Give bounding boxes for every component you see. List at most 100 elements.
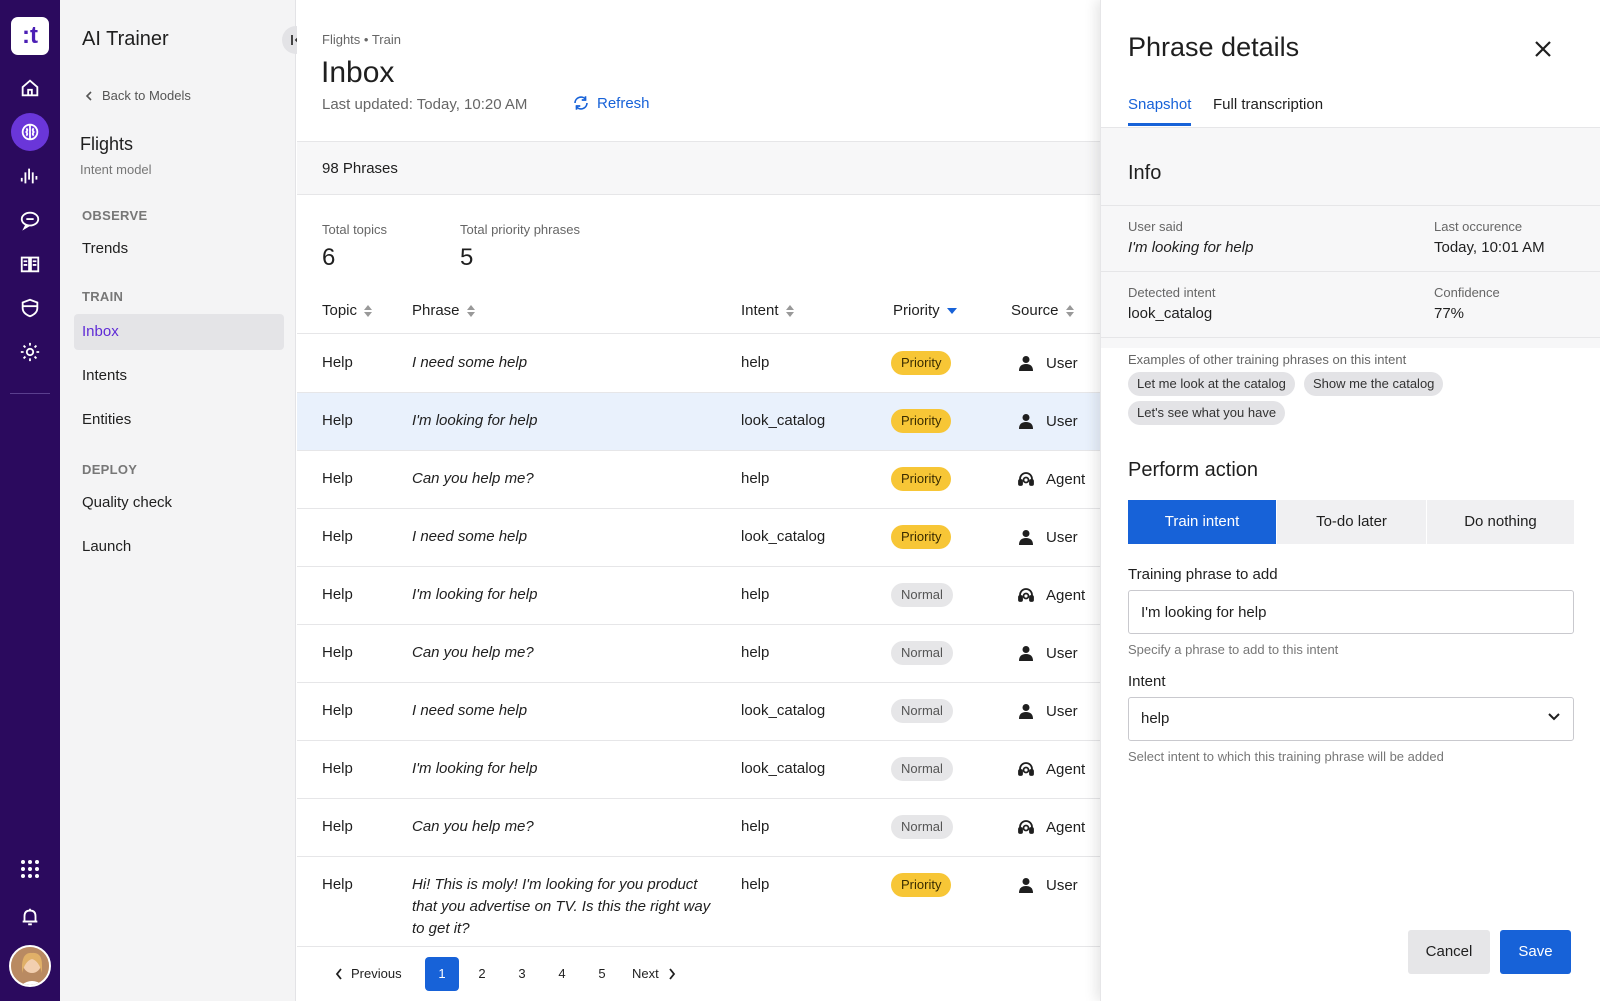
source-label: User [1046,412,1078,430]
page-button-3[interactable]: 3 [505,957,539,991]
next-label: Next [632,966,659,981]
cell-phrase: I'm looking for help [412,760,538,777]
page-button-4[interactable]: 4 [545,957,579,991]
chat-bubble-icon[interactable] [11,201,49,239]
column-header-label: Priority [893,302,940,319]
book-icon[interactable] [11,245,49,283]
priority-badge: Priority [891,351,952,375]
section-label-deploy: DEPLOY [82,462,138,477]
phrase-details-panel: Phrase details Snapshot Full transcripti… [1100,0,1600,1001]
sidebar-item-quality-check[interactable]: Quality check [74,485,284,521]
cancel-button[interactable]: Cancel [1408,930,1490,974]
column-header-source[interactable]: Source [1011,302,1074,319]
table-row[interactable]: Help I'm looking for help look_catalog Norm… [297,741,1100,799]
table-row[interactable]: Help Can you help me? help Normal User [297,625,1100,683]
refresh-button[interactable]: Refresh [572,94,650,112]
section-label-train: TRAIN [82,289,124,304]
home-icon[interactable] [11,69,49,107]
last-occurence-value: Today, 10:01 AM [1434,239,1545,256]
cell-phrase: Can you help me? [412,470,534,487]
next-page-button[interactable]: Next [632,957,688,991]
source-label: User [1046,876,1078,894]
table-header: Topic Phrase Intent Priority Source [297,290,1100,334]
gear-icon[interactable] [11,333,49,371]
example-chip[interactable]: Let me look at the catalog [1128,372,1295,396]
chevron-down-icon [1548,713,1560,721]
intent-select[interactable]: help [1128,697,1574,741]
table-row[interactable]: Help I need some help look_catalog Priority… [297,509,1100,567]
cell-topic: Help [322,586,353,603]
app-rail: :t [0,0,60,1001]
save-button[interactable]: Save [1500,930,1571,974]
cell-source: Agent [1016,757,1085,781]
column-header-intent[interactable]: Intent [741,302,794,319]
avatar[interactable] [9,945,51,987]
cell-topic: Help [322,644,353,661]
cell-intent: look_catalog [741,760,826,777]
model-name: Flights [80,134,134,154]
table-row[interactable]: Help I need some help help Priority User [297,335,1100,393]
brain-icon[interactable] [11,113,49,151]
sidebar-item-trends[interactable]: Trends [74,231,284,267]
app-logo[interactable]: :t [11,17,49,55]
table-row[interactable]: Help I'm looking for help help Normal Agent [297,567,1100,625]
user-said-label: User said [1128,219,1183,234]
apps-grid-icon[interactable] [11,850,49,888]
sidebar-item-intents[interactable]: Intents [74,358,284,394]
tab-full-transcription[interactable]: Full transcription [1213,96,1323,123]
user-icon [1016,413,1036,429]
cell-topic: Help [322,528,353,545]
table-row[interactable]: Help I need some help look_catalog Normal Us… [297,683,1100,741]
cell-source: User [1016,699,1078,723]
sidebar-item-launch[interactable]: Launch [74,529,284,565]
back-to-models-link[interactable]: Back to Models [84,88,191,103]
column-header-label: Topic [322,302,358,319]
headset-icon [1016,586,1036,604]
table-row[interactable]: Help I'm looking for help look_catalog Prio… [297,393,1100,451]
cell-phrase: Can you help me? [412,644,534,661]
example-chip[interactable]: Show me the catalog [1304,372,1444,396]
sidebar-item-entities[interactable]: Entities [74,402,284,438]
priority-badge: Priority [891,873,952,897]
user-icon [1016,645,1036,661]
column-header-priority[interactable]: Priority [893,302,957,319]
stat-label-priority: Total priority phrases [460,222,580,237]
do-nothing-button[interactable]: Do nothing [1427,500,1574,544]
sidebar-item-inbox[interactable]: Inbox [74,314,284,350]
close-panel-button[interactable] [1530,36,1556,62]
train-intent-button[interactable]: Train intent [1128,500,1276,544]
page-button-5[interactable]: 5 [585,957,619,991]
previous-page-button[interactable]: Previous [335,957,413,991]
source-label: Agent [1046,760,1086,778]
info-title: Info [1128,162,1162,184]
training-phrase-input[interactable] [1128,590,1574,634]
cell-topic: Help [322,876,353,893]
cell-source: User [1016,525,1078,549]
table-row[interactable]: Help Can you help me? help Priority Agent [297,451,1100,509]
last-occurence-label: Last occurence [1434,219,1523,234]
divider [1101,271,1600,272]
user-icon [1016,877,1036,893]
waveform-icon[interactable] [11,157,49,195]
cell-source: User [1016,873,1078,897]
inbox-main: Flights • Train Inbox Last updated: Toda… [297,0,1100,1001]
page-button-1[interactable]: 1 [425,957,459,991]
tab-snapshot[interactable]: Snapshot [1128,96,1192,126]
column-header-phrase[interactable]: Phrase [412,302,475,319]
detected-intent-label: Detected intent [1128,285,1216,300]
priority-badge: Normal [891,699,953,723]
sort-icon [785,304,794,317]
table-row[interactable]: Help Hi! This is moly! I'm looking for yo… [297,857,1100,949]
column-header-topic[interactable]: Topic [322,302,373,319]
shield-icon[interactable] [11,289,49,327]
phrases-count: 98 Phrases [322,160,398,177]
column-header-label: Phrase [412,302,460,319]
page-button-2[interactable]: 2 [465,957,499,991]
phrases-summary-bar: 98 Phrases [297,141,1100,195]
priority-badge: Priority [891,467,952,491]
example-chip[interactable]: Let's see what you have [1128,401,1286,425]
bell-icon[interactable] [11,898,49,936]
priority-badge: Normal [891,641,953,665]
table-row[interactable]: Help Can you help me? help Normal Agent [297,799,1100,857]
todo-later-button[interactable]: To-do later [1277,500,1426,544]
